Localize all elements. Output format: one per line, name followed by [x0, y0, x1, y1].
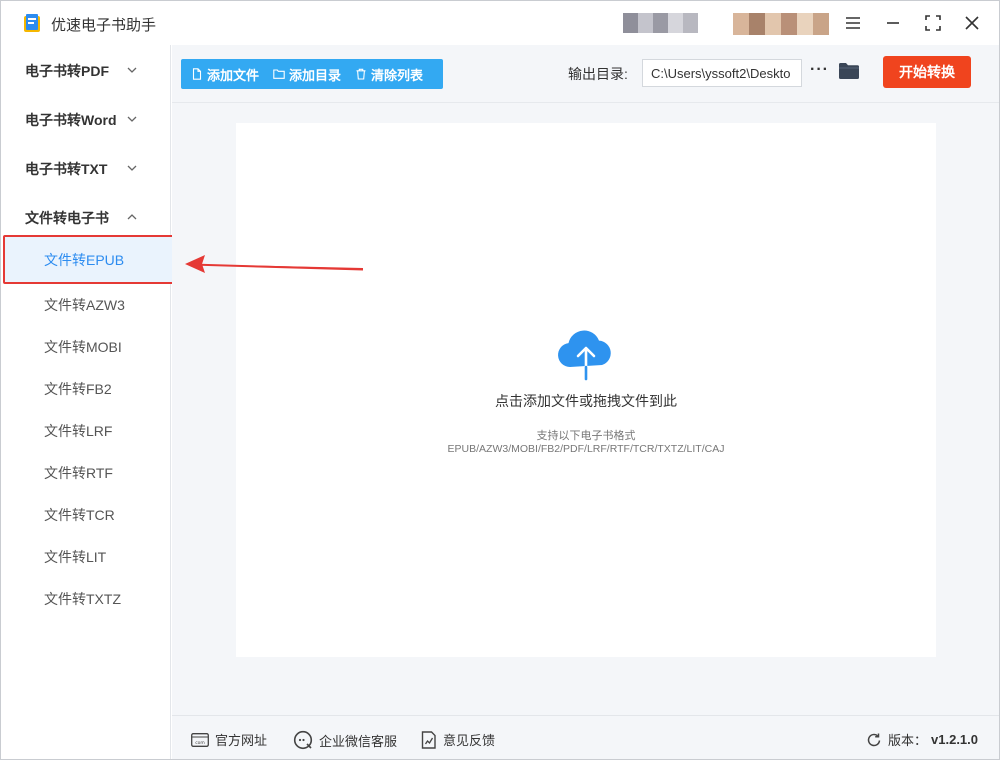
file-drop-zone[interactable]: 点击添加文件或拖拽文件到此 支持以下电子书格式 EPUB/AZW3/MOBI/F…: [236, 123, 936, 657]
svg-text:com: com: [195, 741, 205, 746]
main-panel: 点击添加文件或拖拽文件到此 支持以下电子书格式 EPUB/AZW3/MOBI/F…: [172, 103, 999, 715]
close-icon: [965, 16, 979, 30]
sidebar-item-file-to-azw3[interactable]: 文件转AZW3: [1, 284, 171, 326]
sidebar-group-label: 电子书转PDF: [25, 62, 109, 79]
refresh-icon[interactable]: [866, 732, 882, 748]
official-website-link[interactable]: com 官方网址: [191, 730, 267, 749]
sidebar-item-label: 文件转AZW3: [44, 297, 125, 313]
chevron-down-icon: [127, 67, 137, 73]
sidebar-item-label: 文件转LIT: [44, 549, 107, 565]
version-label: 版本：: [888, 733, 928, 748]
annotation-arrow-icon: [185, 255, 363, 273]
app-window: 优速电子书助手 电子书转PDF 电子书转Word 电子书转TXT 文件转电子书 …: [0, 0, 1000, 760]
sidebar-item-file-to-mobi[interactable]: 文件转MOBI: [1, 326, 171, 368]
sidebar-group-label: 电子书转TXT: [25, 160, 108, 177]
close-button[interactable]: [960, 11, 984, 35]
file-icon: [192, 68, 202, 80]
wechat-support-link[interactable]: 企业微信客服: [293, 730, 397, 750]
sidebar-group-label: 电子书转Word: [25, 111, 117, 128]
minimize-button[interactable]: [881, 11, 905, 35]
sidebar-item-label: 文件转MOBI: [44, 339, 122, 355]
menu-button[interactable]: [841, 11, 865, 35]
sidebar-group-label: 文件转电子书: [25, 209, 109, 226]
add-file-button[interactable]: 添加文件: [191, 59, 259, 89]
output-dir-input[interactable]: [642, 59, 802, 87]
website-icon: com: [191, 732, 209, 747]
official-website-label: 官方网址: [215, 733, 268, 748]
drop-zone-text: 点击添加文件或拖拽文件到此: [495, 393, 677, 409]
app-logo-icon: [24, 14, 40, 32]
cloud-upload-icon: [558, 330, 611, 381]
chevron-up-icon: [127, 214, 137, 220]
wechat-support-label: 企业微信客服: [319, 733, 398, 749]
supported-formats-title: 支持以下电子书格式: [536, 430, 636, 442]
toolbar: 添加文件 添加目录 清除列表 输出目录: ··· 开始转换: [172, 45, 999, 103]
sidebar-item-label: 文件转TXTZ: [44, 591, 121, 607]
sidebar-item-label: 文件转FB2: [44, 381, 112, 397]
sidebar-item-file-to-lrf[interactable]: 文件转LRF: [1, 410, 171, 452]
sidebar-item-file-to-lit[interactable]: 文件转LIT: [1, 536, 171, 578]
trash-icon: [356, 68, 366, 80]
chevron-down-icon: [127, 165, 137, 171]
sidebar-item-file-to-fb2[interactable]: 文件转FB2: [1, 368, 171, 410]
user-avatar-blurred[interactable]: [733, 13, 829, 35]
menu-icon: [846, 17, 860, 29]
title-bar: 优速电子书助手: [1, 1, 999, 45]
version-number: v1.2.1.0: [931, 732, 979, 747]
supported-formats-list: EPUB/AZW3/MOBI/FB2/PDF/LRF/RTF/TCR/TXTZ/…: [447, 443, 725, 455]
sidebar-item-label: 文件转RTF: [44, 465, 113, 481]
feedback-icon: [421, 730, 436, 749]
feedback-link[interactable]: 意见反馈: [421, 730, 495, 749]
output-dir-label: 输出目录:: [568, 66, 628, 82]
sidebar-item-label: 文件转EPUB: [44, 251, 125, 268]
sidebar-group-ebook-to-pdf[interactable]: 电子书转PDF: [1, 46, 171, 95]
add-folder-label: 添加目录: [289, 67, 342, 83]
folder-outline-icon: [273, 69, 285, 79]
footer: com 官方网址 企业微信客服 意见反馈 版本： v1.2.1.0: [172, 715, 999, 759]
feedback-label: 意见反馈: [443, 733, 496, 748]
account-info-blurred: [623, 13, 698, 33]
sidebar-group-ebook-to-word[interactable]: 电子书转Word: [1, 95, 171, 144]
add-folder-button[interactable]: 添加目录: [273, 59, 341, 89]
chevron-down-icon: [127, 116, 137, 122]
clear-list-button[interactable]: 清除列表: [355, 59, 423, 89]
maximize-button[interactable]: [921, 11, 945, 35]
sidebar-item-file-to-tcr[interactable]: 文件转TCR: [1, 494, 171, 536]
more-options-button[interactable]: ···: [810, 61, 829, 79]
folder-icon[interactable]: [838, 62, 860, 80]
sidebar-item-file-to-epub[interactable]: 文件转EPUB: [3, 235, 174, 284]
wechat-icon: [293, 730, 313, 750]
sidebar-item-file-to-rtf[interactable]: 文件转RTF: [1, 452, 171, 494]
sidebar-item-label: 文件转TCR: [44, 507, 115, 523]
version-info: 版本： v1.2.1.0: [866, 730, 978, 749]
sidebar-group-ebook-to-txt[interactable]: 电子书转TXT: [1, 144, 171, 193]
file-button-group: 添加文件 添加目录 清除列表: [181, 59, 443, 89]
minimize-icon: [887, 22, 899, 24]
clear-list-label: 清除列表: [371, 67, 424, 83]
sidebar-item-file-to-txtz[interactable]: 文件转TXTZ: [1, 578, 171, 620]
sidebar: 电子书转PDF 电子书转Word 电子书转TXT 文件转电子书 文件转EPUB …: [1, 45, 174, 759]
start-convert-button[interactable]: 开始转换: [883, 56, 971, 88]
app-title: 优速电子书助手: [51, 17, 157, 34]
maximize-icon: [925, 15, 941, 31]
sidebar-item-label: 文件转LRF: [44, 423, 113, 439]
add-file-label: 添加文件: [207, 67, 260, 83]
